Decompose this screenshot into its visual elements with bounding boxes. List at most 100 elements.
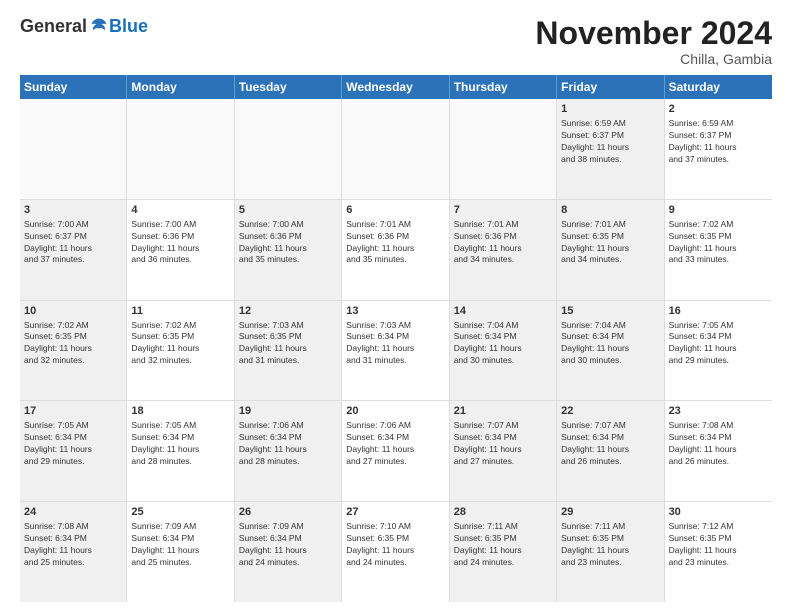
day-number: 29 — [561, 505, 659, 520]
cal-cell-1-2: 5Sunrise: 7:00 AM Sunset: 6:36 PM Daylig… — [235, 200, 342, 300]
day-number: 16 — [669, 304, 768, 319]
cell-info: Sunrise: 7:05 AM Sunset: 6:34 PM Dayligh… — [669, 320, 768, 368]
day-number: 15 — [561, 304, 659, 319]
cell-info: Sunrise: 7:02 AM Sunset: 6:35 PM Dayligh… — [669, 219, 768, 267]
cal-cell-3-1: 18Sunrise: 7:05 AM Sunset: 6:34 PM Dayli… — [127, 401, 234, 501]
day-number: 1 — [561, 102, 659, 117]
cell-info: Sunrise: 7:02 AM Sunset: 6:35 PM Dayligh… — [24, 320, 122, 368]
title-block: November 2024 Chilla, Gambia — [535, 16, 772, 67]
calendar-body: 1Sunrise: 6:59 AM Sunset: 6:37 PM Daylig… — [20, 99, 772, 602]
cal-cell-1-6: 9Sunrise: 7:02 AM Sunset: 6:35 PM Daylig… — [665, 200, 772, 300]
day-number: 8 — [561, 203, 659, 218]
cal-cell-0-2 — [235, 99, 342, 199]
page: General Blue November 2024 Chilla, Gambi… — [0, 0, 792, 612]
cell-info: Sunrise: 7:08 AM Sunset: 6:34 PM Dayligh… — [669, 420, 768, 468]
cal-cell-3-2: 19Sunrise: 7:06 AM Sunset: 6:34 PM Dayli… — [235, 401, 342, 501]
day-number: 11 — [131, 304, 229, 319]
cell-info: Sunrise: 6:59 AM Sunset: 6:37 PM Dayligh… — [669, 118, 768, 166]
cell-info: Sunrise: 7:05 AM Sunset: 6:34 PM Dayligh… — [24, 420, 122, 468]
cal-cell-1-0: 3Sunrise: 7:00 AM Sunset: 6:37 PM Daylig… — [20, 200, 127, 300]
cal-row-2: 10Sunrise: 7:02 AM Sunset: 6:35 PM Dayli… — [20, 301, 772, 402]
cell-info: Sunrise: 7:01 AM Sunset: 6:35 PM Dayligh… — [561, 219, 659, 267]
cal-cell-0-1 — [127, 99, 234, 199]
cal-row-0: 1Sunrise: 6:59 AM Sunset: 6:37 PM Daylig… — [20, 99, 772, 200]
cal-cell-2-6: 16Sunrise: 7:05 AM Sunset: 6:34 PM Dayli… — [665, 301, 772, 401]
cal-cell-4-1: 25Sunrise: 7:09 AM Sunset: 6:34 PM Dayli… — [127, 502, 234, 602]
cell-info: Sunrise: 7:01 AM Sunset: 6:36 PM Dayligh… — [346, 219, 444, 267]
cal-cell-1-5: 8Sunrise: 7:01 AM Sunset: 6:35 PM Daylig… — [557, 200, 664, 300]
cal-row-1: 3Sunrise: 7:00 AM Sunset: 6:37 PM Daylig… — [20, 200, 772, 301]
cell-info: Sunrise: 7:00 AM Sunset: 6:36 PM Dayligh… — [239, 219, 337, 267]
cell-info: Sunrise: 7:08 AM Sunset: 6:34 PM Dayligh… — [24, 521, 122, 569]
logo-blue: Blue — [109, 17, 148, 35]
cal-cell-0-5: 1Sunrise: 6:59 AM Sunset: 6:37 PM Daylig… — [557, 99, 664, 199]
cell-info: Sunrise: 7:03 AM Sunset: 6:35 PM Dayligh… — [239, 320, 337, 368]
cal-cell-4-6: 30Sunrise: 7:12 AM Sunset: 6:35 PM Dayli… — [665, 502, 772, 602]
cal-cell-3-5: 22Sunrise: 7:07 AM Sunset: 6:34 PM Dayli… — [557, 401, 664, 501]
cal-cell-0-3 — [342, 99, 449, 199]
cell-info: Sunrise: 7:09 AM Sunset: 6:34 PM Dayligh… — [131, 521, 229, 569]
cal-cell-2-0: 10Sunrise: 7:02 AM Sunset: 6:35 PM Dayli… — [20, 301, 127, 401]
day-number: 22 — [561, 404, 659, 419]
cell-info: Sunrise: 6:59 AM Sunset: 6:37 PM Dayligh… — [561, 118, 659, 166]
cal-cell-4-5: 29Sunrise: 7:11 AM Sunset: 6:35 PM Dayli… — [557, 502, 664, 602]
cal-cell-2-1: 11Sunrise: 7:02 AM Sunset: 6:35 PM Dayli… — [127, 301, 234, 401]
cell-info: Sunrise: 7:04 AM Sunset: 6:34 PM Dayligh… — [561, 320, 659, 368]
day-number: 10 — [24, 304, 122, 319]
cal-cell-4-3: 27Sunrise: 7:10 AM Sunset: 6:35 PM Dayli… — [342, 502, 449, 602]
cell-info: Sunrise: 7:07 AM Sunset: 6:34 PM Dayligh… — [454, 420, 552, 468]
cell-info: Sunrise: 7:06 AM Sunset: 6:34 PM Dayligh… — [346, 420, 444, 468]
cell-info: Sunrise: 7:06 AM Sunset: 6:34 PM Dayligh… — [239, 420, 337, 468]
cal-cell-4-2: 26Sunrise: 7:09 AM Sunset: 6:34 PM Dayli… — [235, 502, 342, 602]
day-number: 12 — [239, 304, 337, 319]
day-number: 27 — [346, 505, 444, 520]
cell-info: Sunrise: 7:00 AM Sunset: 6:36 PM Dayligh… — [131, 219, 229, 267]
day-number: 28 — [454, 505, 552, 520]
day-number: 4 — [131, 203, 229, 218]
cal-cell-4-0: 24Sunrise: 7:08 AM Sunset: 6:34 PM Dayli… — [20, 502, 127, 602]
cal-cell-3-4: 21Sunrise: 7:07 AM Sunset: 6:34 PM Dayli… — [450, 401, 557, 501]
month-title: November 2024 — [535, 16, 772, 51]
header-sunday: Sunday — [20, 75, 127, 99]
cell-info: Sunrise: 7:10 AM Sunset: 6:35 PM Dayligh… — [346, 521, 444, 569]
cell-info: Sunrise: 7:03 AM Sunset: 6:34 PM Dayligh… — [346, 320, 444, 368]
day-number: 25 — [131, 505, 229, 520]
cal-cell-1-4: 7Sunrise: 7:01 AM Sunset: 6:36 PM Daylig… — [450, 200, 557, 300]
cal-row-3: 17Sunrise: 7:05 AM Sunset: 6:34 PM Dayli… — [20, 401, 772, 502]
day-number: 2 — [669, 102, 768, 117]
cell-info: Sunrise: 7:12 AM Sunset: 6:35 PM Dayligh… — [669, 521, 768, 569]
cell-info: Sunrise: 7:00 AM Sunset: 6:37 PM Dayligh… — [24, 219, 122, 267]
header-thursday: Thursday — [450, 75, 557, 99]
day-number: 30 — [669, 505, 768, 520]
header-saturday: Saturday — [665, 75, 772, 99]
cell-info: Sunrise: 7:04 AM Sunset: 6:34 PM Dayligh… — [454, 320, 552, 368]
day-number: 13 — [346, 304, 444, 319]
calendar-header: Sunday Monday Tuesday Wednesday Thursday… — [20, 75, 772, 99]
day-number: 20 — [346, 404, 444, 419]
cell-info: Sunrise: 7:07 AM Sunset: 6:34 PM Dayligh… — [561, 420, 659, 468]
cal-cell-3-0: 17Sunrise: 7:05 AM Sunset: 6:34 PM Dayli… — [20, 401, 127, 501]
header-monday: Monday — [127, 75, 234, 99]
logo: General Blue — [20, 16, 148, 36]
cal-cell-2-3: 13Sunrise: 7:03 AM Sunset: 6:34 PM Dayli… — [342, 301, 449, 401]
cal-cell-2-5: 15Sunrise: 7:04 AM Sunset: 6:34 PM Dayli… — [557, 301, 664, 401]
day-number: 21 — [454, 404, 552, 419]
cal-cell-0-6: 2Sunrise: 6:59 AM Sunset: 6:37 PM Daylig… — [665, 99, 772, 199]
cal-cell-3-3: 20Sunrise: 7:06 AM Sunset: 6:34 PM Dayli… — [342, 401, 449, 501]
header: General Blue November 2024 Chilla, Gambi… — [20, 16, 772, 67]
day-number: 14 — [454, 304, 552, 319]
day-number: 9 — [669, 203, 768, 218]
cell-info: Sunrise: 7:05 AM Sunset: 6:34 PM Dayligh… — [131, 420, 229, 468]
cal-row-4: 24Sunrise: 7:08 AM Sunset: 6:34 PM Dayli… — [20, 502, 772, 602]
cal-cell-2-2: 12Sunrise: 7:03 AM Sunset: 6:35 PM Dayli… — [235, 301, 342, 401]
header-wednesday: Wednesday — [342, 75, 449, 99]
cell-info: Sunrise: 7:11 AM Sunset: 6:35 PM Dayligh… — [454, 521, 552, 569]
cell-info: Sunrise: 7:11 AM Sunset: 6:35 PM Dayligh… — [561, 521, 659, 569]
cal-cell-1-3: 6Sunrise: 7:01 AM Sunset: 6:36 PM Daylig… — [342, 200, 449, 300]
day-number: 6 — [346, 203, 444, 218]
day-number: 23 — [669, 404, 768, 419]
day-number: 7 — [454, 203, 552, 218]
cal-cell-2-4: 14Sunrise: 7:04 AM Sunset: 6:34 PM Dayli… — [450, 301, 557, 401]
calendar: Sunday Monday Tuesday Wednesday Thursday… — [20, 75, 772, 602]
day-number: 24 — [24, 505, 122, 520]
